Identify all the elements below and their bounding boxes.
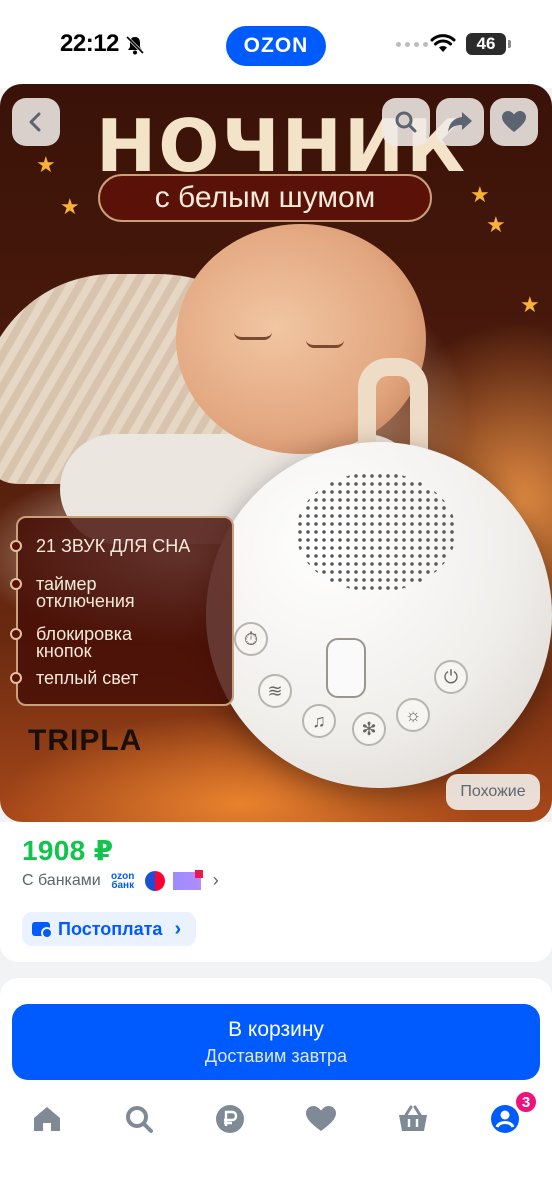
similar-button[interactable]: Похожие — [446, 774, 540, 810]
card-clock-icon — [32, 922, 53, 939]
wifi-icon — [430, 34, 456, 52]
feature-dot-icon — [10, 628, 22, 640]
bank-offers-row[interactable]: С банками ozon банк › — [22, 869, 219, 891]
product-price: 1908 ₽ — [22, 835, 114, 866]
search-icon — [395, 111, 417, 133]
cart-button-title: В корзину — [228, 1018, 324, 1041]
battery-indicator: 46 — [466, 33, 511, 55]
ruble-icon — [216, 1105, 244, 1133]
ozon-app-pill: OZON — [226, 26, 326, 66]
chevron-right-icon: › — [174, 917, 182, 940]
basket-icon — [399, 1105, 427, 1131]
postpay-card: Постоплата › — [0, 900, 552, 962]
ozon-bank-logo: ozon банк — [111, 870, 135, 891]
favorite-button[interactable] — [490, 98, 538, 146]
feature-dot-icon — [10, 540, 22, 552]
chevron-right-icon: › — [212, 870, 219, 890]
fan-icon: ✻ — [352, 712, 386, 746]
tab-bar: 3 — [0, 1090, 552, 1146]
noise-machine: ⏱ ≋ ♫ ✻ ☼ ⏻ — [206, 442, 552, 788]
search-button[interactable] — [382, 98, 430, 146]
heart-icon — [502, 111, 526, 132]
search-icon — [126, 1106, 153, 1133]
feature-dot-icon — [10, 578, 22, 590]
tab-cart[interactable] — [396, 1102, 430, 1136]
back-button[interactable] — [12, 98, 60, 146]
baby-eye — [234, 332, 272, 340]
brand-logo: TRIPLA — [28, 724, 143, 757]
banks-label: С банками — [22, 871, 101, 889]
tab-home[interactable] — [30, 1102, 64, 1136]
share-arrow-icon — [448, 112, 472, 132]
star-decoration-icon: ★ — [60, 194, 80, 219]
timer-icon: ⏱ — [234, 622, 268, 656]
sound-wave-icon: ≋ — [258, 674, 292, 708]
cart-button-subtitle: Доставим завтра — [204, 1046, 348, 1066]
heart-icon — [306, 1106, 336, 1131]
volume-slider — [326, 638, 366, 698]
speaker-grille — [296, 472, 456, 592]
bank-logo-icon — [172, 869, 203, 890]
status-bar: 22:12 OZON 46 — [0, 0, 552, 88]
product-page: 22:12 OZON 46 ★ ★ ★ ★ ★ НОЧНИК с белым ш… — [0, 0, 552, 1200]
cellular-signal-icon — [396, 42, 428, 47]
tab-finance[interactable] — [213, 1102, 247, 1136]
star-decoration-icon: ★ — [520, 292, 540, 317]
postpay-label: Постоплата — [58, 918, 163, 939]
add-to-cart-button[interactable]: В корзину Доставим завтра — [12, 1004, 540, 1080]
feature-item: блокировка кнопок — [10, 625, 166, 660]
music-note-icon: ♫ — [302, 704, 336, 738]
chevron-left-icon — [29, 112, 41, 132]
star-decoration-icon: ★ — [486, 212, 506, 237]
bell-mute-icon — [125, 35, 145, 55]
product-image[interactable]: ★ ★ ★ ★ ★ НОЧНИК с белым шумом ⏱ ≋ ♫ ✻ ☼… — [0, 84, 552, 822]
postpay-chip[interactable]: Постоплата › — [22, 912, 196, 946]
tab-search[interactable] — [122, 1102, 156, 1136]
price-card: 1908 ₽ С банками ozon банк › — [0, 822, 552, 900]
feature-dot-icon — [10, 672, 22, 684]
image-subheadline: с белым шумом — [98, 174, 432, 222]
status-time: 22:12 — [60, 30, 119, 57]
light-icon: ☼ — [396, 698, 430, 732]
bottom-sheet: В корзину Доставим завтра — [0, 978, 552, 1200]
feature-item: таймер отключения — [10, 575, 166, 610]
power-icon: ⏻ — [434, 660, 468, 694]
bank-logo-icon — [144, 870, 165, 891]
profile-badge: 3 — [514, 1090, 538, 1114]
feature-item: 21 ЗВУК ДЛЯ СНА — [10, 537, 190, 555]
features-box: 21 ЗВУК ДЛЯ СНА таймер отключения блокир… — [10, 516, 234, 706]
baby-eye — [306, 340, 344, 348]
tab-favorites[interactable] — [304, 1102, 338, 1136]
home-icon — [34, 1107, 60, 1131]
star-decoration-icon: ★ — [36, 152, 56, 177]
share-button[interactable] — [436, 98, 484, 146]
star-decoration-icon: ★ — [470, 182, 490, 207]
feature-item: теплый свет — [10, 669, 138, 687]
